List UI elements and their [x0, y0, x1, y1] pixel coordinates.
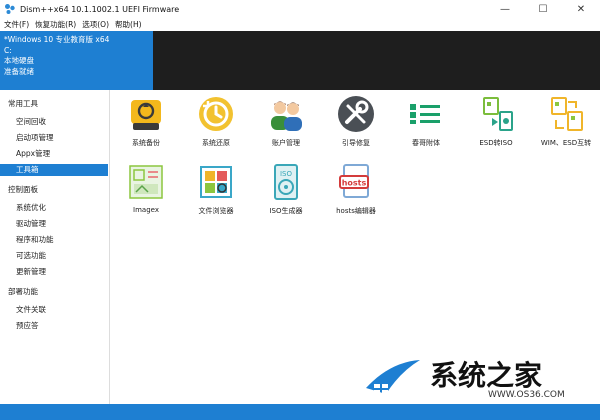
sidebar-item-unattend[interactable]: 预应答 — [0, 320, 108, 332]
drive-type: 本地硬盘 — [4, 56, 34, 65]
sidebar-item-startup[interactable]: 启动项管理 — [0, 132, 108, 144]
restore-clock-icon — [199, 97, 233, 131]
sidebar: 常用工具 空间回收 启动项管理 Appx管理 工具箱 控制面板 系统优化 驱动管… — [0, 90, 110, 404]
tool-label: WIM、ESD互转 — [540, 139, 592, 147]
sidebar-item-file-assoc[interactable]: 文件关联 — [0, 304, 108, 316]
tool-system-restore[interactable]: 系统还原 — [181, 94, 251, 154]
sidebar-item-optimize[interactable]: 系统优化 — [0, 202, 108, 214]
os-name: *Windows 10 专业教育版 x64 — [4, 35, 110, 44]
tool-esd-to-iso[interactable]: ESD转ISO — [461, 94, 531, 154]
watermark-logo-icon — [366, 360, 420, 394]
sidebar-group-control-panel: 控制面板 — [8, 185, 38, 194]
menu-file[interactable]: 文件(F) — [4, 19, 29, 30]
title-bar: Dism++x64 10.1.1002.1 UEFI Firmware — ☐ … — [0, 0, 600, 18]
maximize-button[interactable]: ☐ — [524, 0, 562, 18]
tool-chunge-futi[interactable]: 春哥附体 — [391, 94, 461, 154]
tool-iso-maker[interactable]: ISO ISO生成器 — [251, 162, 321, 222]
menu-options[interactable]: 选项(O) — [82, 19, 109, 30]
tool-label: 账户管理 — [272, 139, 300, 147]
iso-maker-icon: ISO — [274, 164, 298, 200]
esd-iso-convert-icon — [483, 97, 513, 131]
sidebar-item-toolbox[interactable]: 工具箱 — [0, 164, 108, 176]
hosts-editor-icon: hosts — [339, 164, 369, 198]
status-bar — [0, 404, 600, 420]
tool-account-manager[interactable]: 账户管理 — [251, 94, 321, 154]
watermark-text: 系统之家 — [430, 359, 543, 392]
sidebar-item-drivers[interactable]: 驱动管理 — [0, 218, 108, 230]
tool-label: Imagex — [133, 206, 159, 214]
sidebar-item-appx[interactable]: Appx管理 — [0, 148, 108, 160]
tool-label: 春哥附体 — [412, 139, 440, 147]
watermark-url: WWW.OS36.COM — [488, 390, 565, 400]
tool-hosts-editor[interactable]: hosts hosts编辑器 — [321, 162, 391, 222]
hosts-icon-text: hosts — [342, 179, 367, 188]
backup-drive-icon — [131, 100, 161, 130]
menu-restore[interactable]: 恢复功能(R) — [35, 19, 76, 30]
users-icon — [271, 101, 302, 131]
tool-label: 文件浏览器 — [198, 207, 234, 215]
wim-esd-convert-icon — [551, 97, 583, 131]
tool-imagex[interactable]: Imagex — [111, 162, 181, 222]
tool-label: 系统还原 — [202, 139, 230, 147]
toggle-switches-icon — [410, 104, 440, 124]
tool-label: hosts编辑器 — [336, 207, 376, 215]
window-title: Dism++x64 10.1.1002.1 UEFI Firmware — [20, 4, 180, 14]
iso-icon-text: ISO — [280, 170, 293, 178]
imagex-icon — [129, 165, 163, 199]
sidebar-group-common: 常用工具 — [8, 99, 38, 108]
tool-wim-esd-convert[interactable]: WIM、ESD互转 — [531, 94, 600, 154]
header-dark-area — [153, 31, 600, 90]
tool-label: 引导修复 — [342, 139, 370, 147]
tool-boot-repair[interactable]: 引导修复 — [321, 94, 391, 154]
sidebar-item-updates[interactable]: 更新管理 — [0, 266, 108, 278]
tool-file-browser[interactable]: 文件浏览器 — [181, 162, 251, 222]
sidebar-group-deploy: 部署功能 — [8, 287, 38, 296]
menu-help[interactable]: 帮助(H) — [115, 19, 142, 30]
sidebar-item-optional-features[interactable]: 可选功能 — [0, 250, 108, 262]
file-browser-icon — [200, 166, 232, 198]
status-text: 准备就绪 — [4, 66, 34, 76]
session-info-panel[interactable]: *Windows 10 专业教育版 x64 C: 本地硬盘 准备就绪 — [0, 31, 153, 90]
drive-letter: C: — [4, 45, 12, 55]
app-logo-icon — [5, 4, 15, 14]
minimize-button[interactable]: — — [486, 0, 524, 18]
tool-label: 系统备份 — [132, 139, 160, 147]
menu-bar: 文件(F) 恢复功能(R) 选项(O) 帮助(H) — [0, 18, 600, 31]
tool-system-backup[interactable]: 系统备份 — [111, 94, 181, 154]
close-button[interactable]: ✕ — [562, 0, 600, 18]
sidebar-item-space-reclaim[interactable]: 空间回收 — [0, 116, 108, 128]
tool-label: ISO生成器 — [269, 207, 303, 215]
sidebar-item-programs[interactable]: 程序和功能 — [0, 234, 108, 246]
wrench-screwdriver-icon — [338, 96, 374, 132]
watermark: 系统之家 WWW.OS36.COM — [360, 352, 590, 406]
tool-label: ESD转ISO — [479, 139, 513, 147]
